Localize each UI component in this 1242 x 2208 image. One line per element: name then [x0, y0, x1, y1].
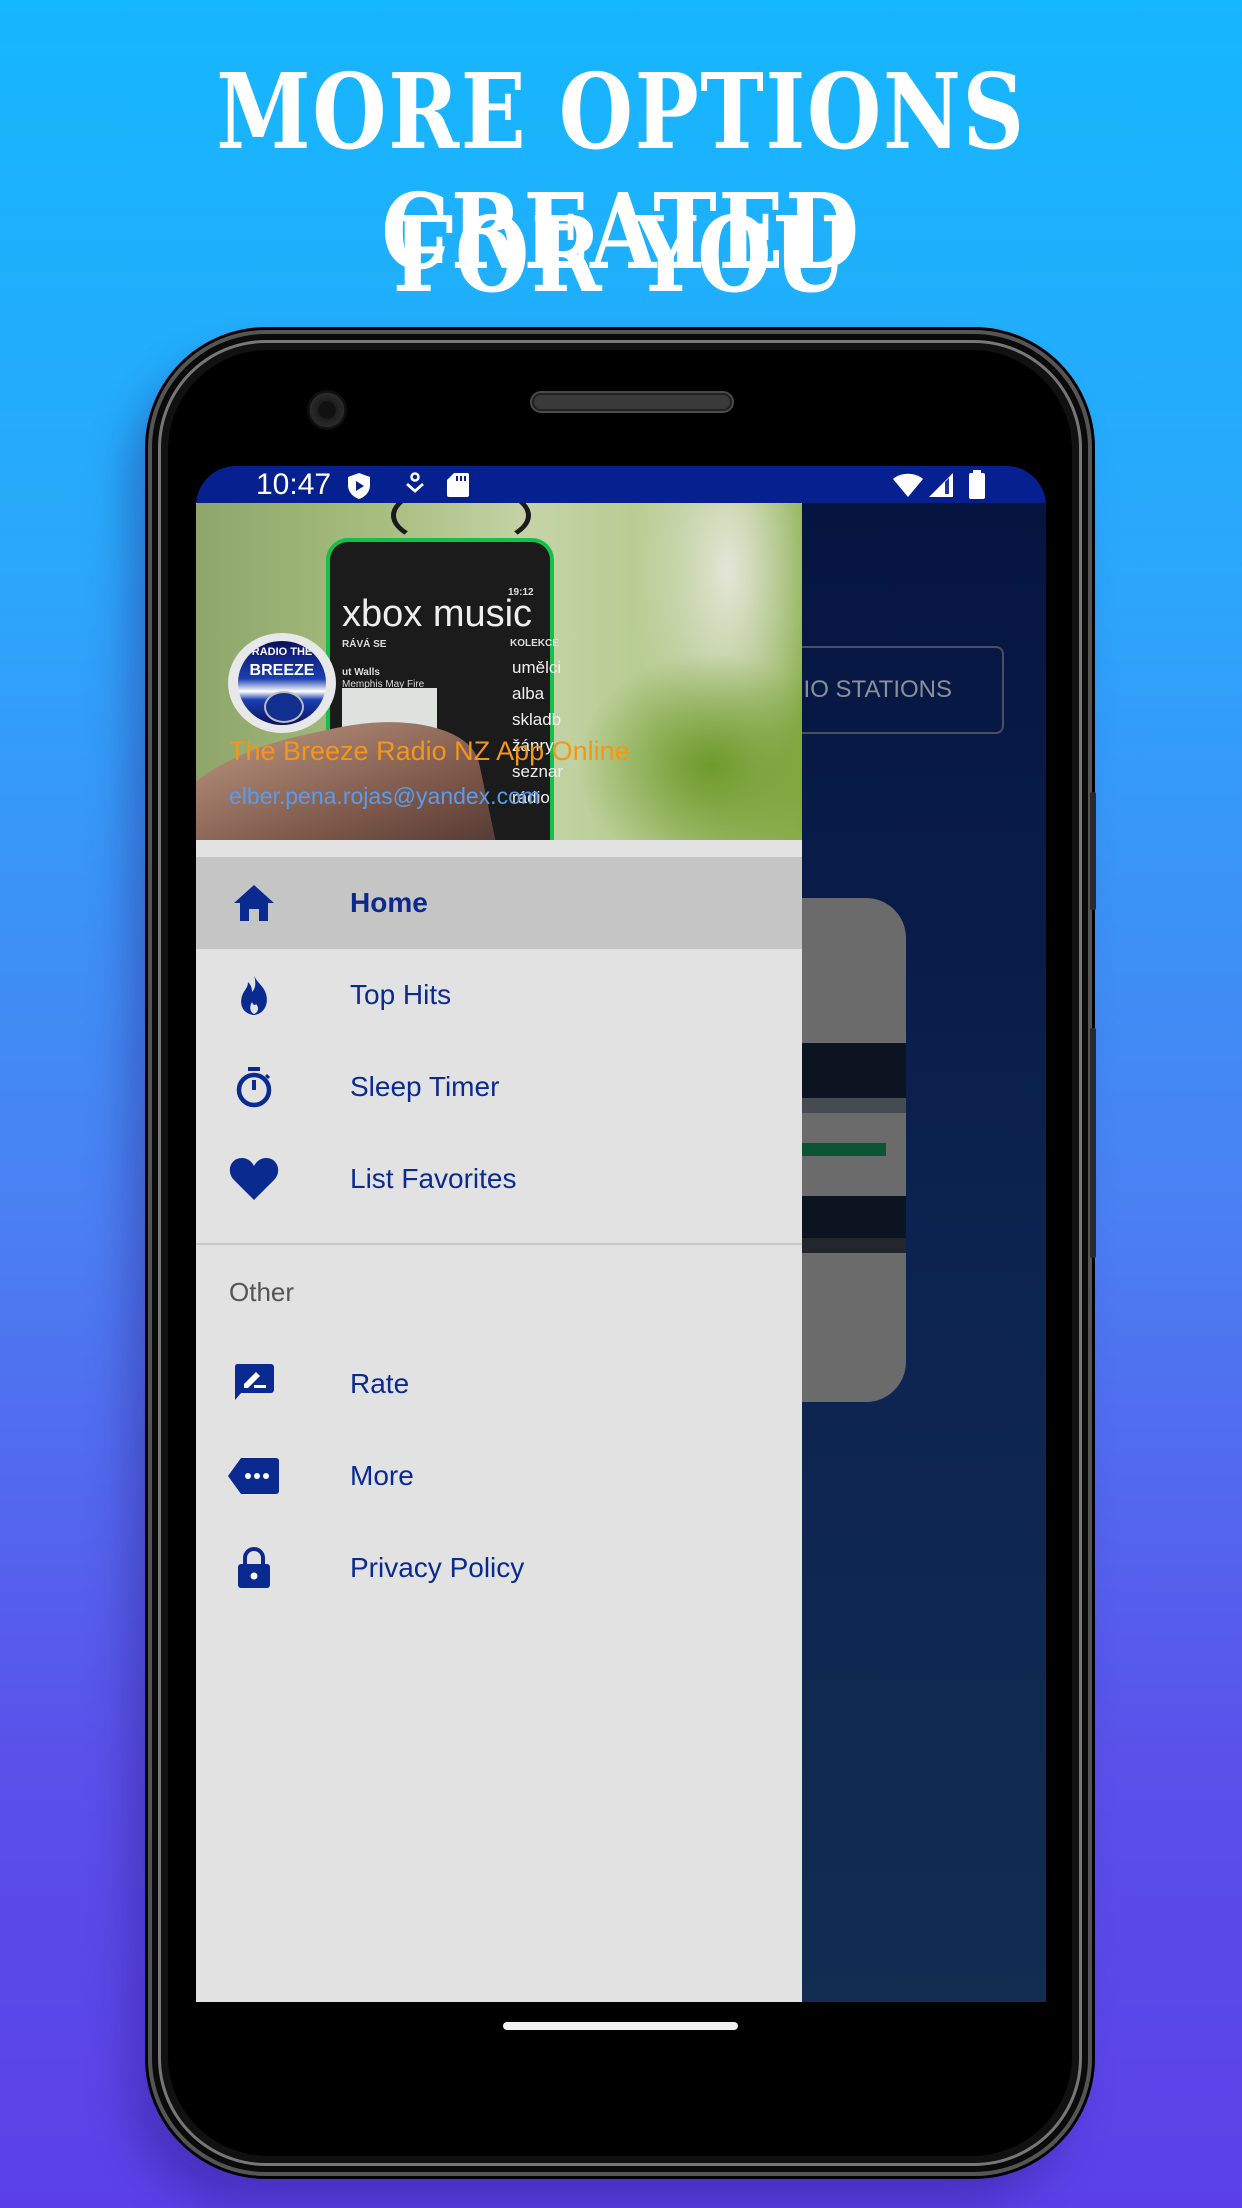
battery-icon: [968, 470, 986, 505]
menu-item-more[interactable]: More: [196, 1430, 802, 1522]
power-button: [1090, 792, 1096, 910]
sd-card-icon: [446, 472, 470, 503]
card-progress: [796, 1143, 886, 1156]
header-photo-section-right: KOLEKCE: [510, 638, 559, 649]
menu-item-sleep-timer[interactable]: Sleep Timer: [196, 1041, 802, 1133]
fire-icon: [226, 967, 282, 1023]
signal-icon: [928, 472, 954, 503]
header-photo-list-item: alba: [512, 684, 545, 703]
timer-icon: [226, 1059, 282, 1115]
heart-icon: [226, 1151, 282, 1207]
radio-stations-label: IO STATIONS: [803, 676, 952, 703]
drawer-app-name: The Breeze Radio NZ App Online: [229, 736, 630, 766]
drawer-header: 19:12 xbox music RÁVÁ SE KOLEKCE ut Wall…: [196, 503, 802, 840]
menu-label: Rate: [350, 1368, 410, 1399]
menu-label: List Favorites: [350, 1163, 517, 1194]
menu-label: More: [350, 1460, 414, 1491]
menu-item-home[interactable]: Home: [196, 857, 802, 949]
menu-item-privacy-policy[interactable]: Privacy Policy: [196, 1522, 802, 1614]
header-photo-section-left: RÁVÁ SE: [342, 639, 387, 650]
volume-button: [1090, 1028, 1096, 1258]
avatar-text-line2: BREEZE: [249, 662, 315, 679]
home-gesture-bar[interactable]: [503, 2022, 738, 2030]
earpiece-speaker: [532, 393, 732, 411]
play-protect-icon: [346, 472, 372, 505]
header-photo-list-item: skladb: [512, 710, 562, 729]
menu-label: Sleep Timer: [350, 1071, 500, 1102]
navigation-drawer: 19:12 xbox music RÁVÁ SE KOLEKCE ut Wall…: [196, 503, 802, 2002]
status-time: 10:47: [256, 468, 332, 501]
front-camera: [307, 390, 347, 430]
menu-item-rate[interactable]: Rate: [196, 1338, 802, 1430]
section-label-other: Other: [229, 1277, 295, 1307]
avatar-text-line1: RADIO THE: [251, 646, 313, 658]
avatar-logo: RADIO THE BREEZE: [238, 641, 326, 725]
nz-flag-icon: [264, 691, 304, 723]
menu-divider: [196, 1243, 802, 1245]
menu-label: Home: [350, 887, 428, 918]
menu-label: Top Hits: [350, 979, 452, 1010]
status-bar: 10:47: [196, 466, 1046, 503]
menu-label: Privacy Policy: [350, 1552, 525, 1583]
promo-headline-line2: FOR YOU: [392, 193, 850, 316]
header-photo-title: xbox music: [342, 593, 533, 635]
wifi-icon: [892, 472, 924, 503]
drawer-email: elber.pena.rojas@yandex.com: [229, 783, 541, 809]
more-tag-icon: [226, 1448, 282, 1504]
menu-item-list-favorites[interactable]: List Favorites: [196, 1133, 802, 1225]
rate-review-icon: [226, 1356, 282, 1412]
header-photo-list-item: umělci: [512, 658, 562, 677]
download-icon: [404, 472, 426, 503]
home-icon: [226, 875, 282, 931]
menu-item-top-hits[interactable]: Top Hits: [196, 949, 802, 1041]
phone-screen: 10:47 Zealand IO STATIONS: [196, 466, 1046, 2002]
header-photo-track: ut Walls: [342, 667, 380, 678]
lock-icon: [226, 1540, 282, 1596]
avatar[interactable]: RADIO THE BREEZE: [228, 633, 336, 733]
